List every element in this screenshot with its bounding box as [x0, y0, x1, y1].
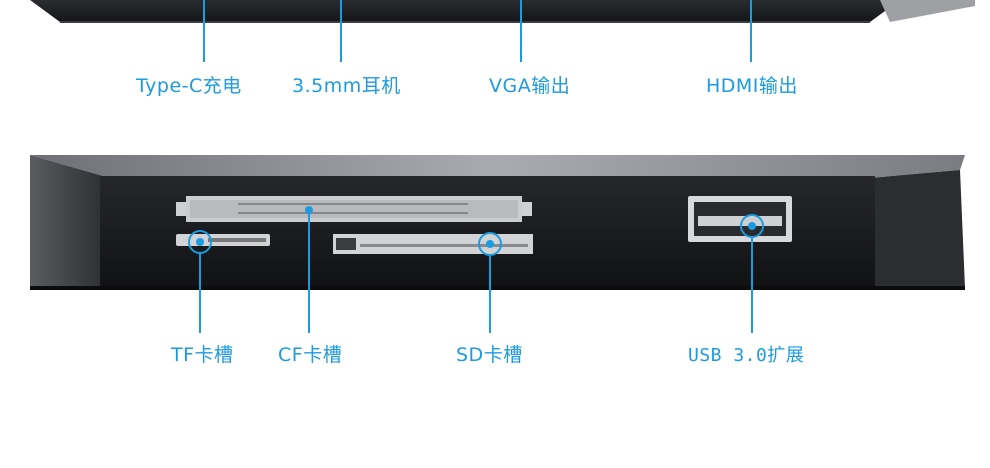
label-usb-3-0-expansion: USB 3.0扩展 [688, 345, 805, 366]
label-cf-card-slot: CF卡槽 [278, 344, 343, 366]
cf-card-slot [176, 196, 532, 222]
label-vga-output: VGA输出 [489, 75, 571, 97]
product-callout-figure: Type-C充电 3.5mm耳机 VGA输出 HDMI输出 TF卡槽 CF卡槽 … [0, 0, 990, 468]
label-type-c-charging: Type-C充电 [136, 75, 242, 97]
label-hdmi-output: HDMI输出 [706, 75, 798, 97]
bottom-device [30, 155, 965, 290]
label-3-5mm-headphone: 3.5mm耳机 [292, 75, 401, 97]
sd-card-slot [333, 234, 533, 254]
top-device [30, 0, 975, 23]
usb-port [688, 196, 792, 242]
label-tf-card-slot: TF卡槽 [171, 344, 234, 366]
label-sd-card-slot: SD卡槽 [456, 344, 523, 366]
